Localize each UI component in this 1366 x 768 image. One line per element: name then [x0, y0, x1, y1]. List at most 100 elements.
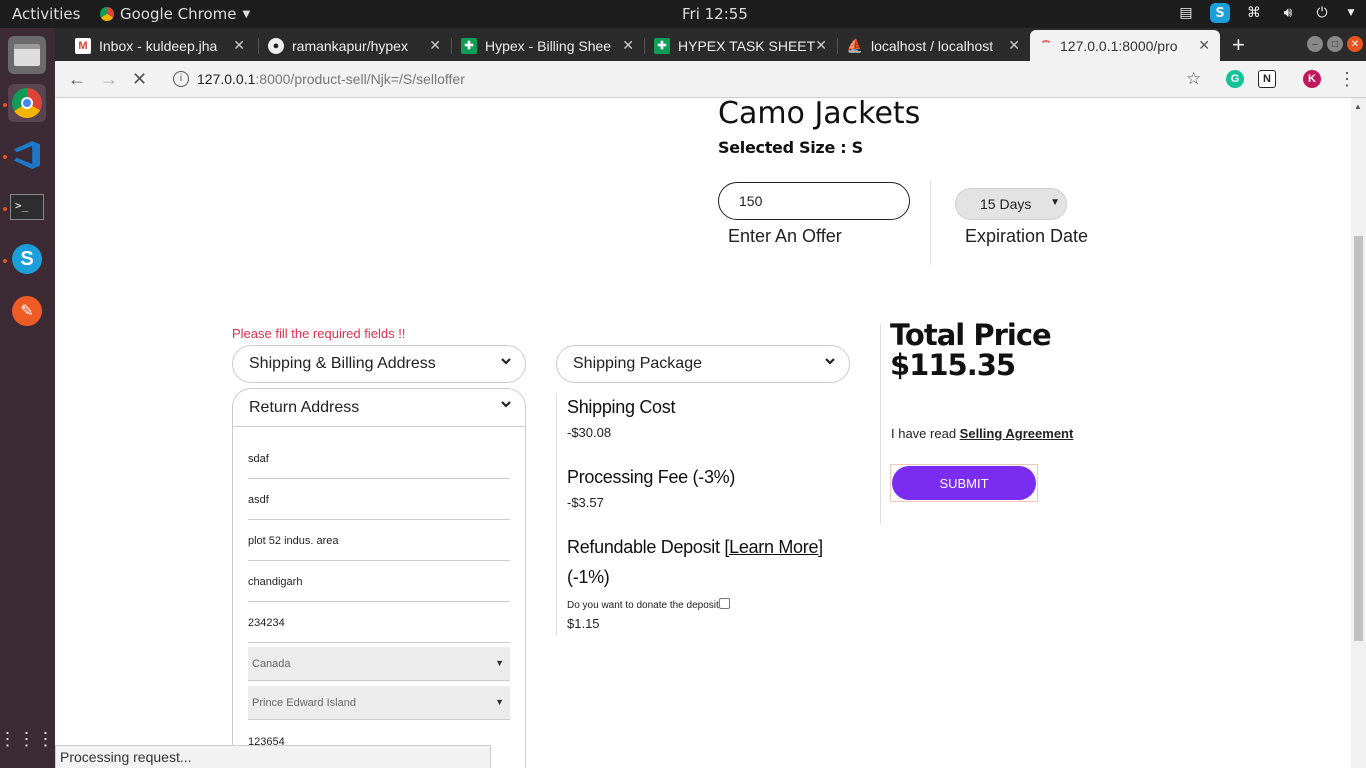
phpmyadmin-icon: ⛵ — [846, 37, 864, 53]
terminal-icon[interactable]: >_ — [8, 188, 46, 226]
stop-loading-icon[interactable]: ✕ — [132, 69, 147, 90]
country-select[interactable]: Canada ▼ — [248, 647, 510, 681]
close-icon[interactable]: ✕ — [1008, 37, 1020, 54]
total-price: Total Price $115.35 — [890, 320, 1052, 382]
bookmark-star-icon[interactable]: ☆ — [1186, 69, 1201, 89]
app-menu[interactable]: Google Chrome ▼ — [100, 5, 250, 23]
expiration-value: 15 Days — [980, 196, 1032, 212]
offer-label: Enter An Offer — [728, 226, 842, 246]
return-address-panel: Return Address sdaf asdf plot 52 indus. … — [232, 388, 526, 768]
volume-icon[interactable]: 🔊︎ — [1278, 3, 1298, 23]
app-name: Google Chrome — [120, 5, 237, 23]
chrome-icon — [100, 7, 114, 21]
address-line2-field[interactable]: asdf — [248, 480, 510, 520]
skype-icon[interactable]: S — [8, 240, 46, 278]
vscode-icon[interactable] — [8, 136, 46, 174]
expiration-select[interactable]: 15 Days ▼ — [955, 188, 1067, 220]
files-icon[interactable] — [8, 36, 46, 74]
back-icon[interactable]: ← — [68, 69, 86, 90]
zip-field[interactable]: 234234 — [248, 603, 510, 643]
expiration-label: Expiration Date — [965, 226, 1089, 246]
province-value: Prince Edward Island — [252, 697, 356, 709]
caret-down-icon[interactable]: ▼ — [1346, 3, 1356, 23]
power-icon[interactable]: ⏻ — [1312, 3, 1332, 23]
offer-input[interactable] — [718, 182, 910, 220]
chevron-down-icon — [825, 358, 835, 365]
province-select[interactable]: Prince Edward Island ▼ — [248, 686, 510, 720]
scrollbar-thumb[interactable] — [1354, 236, 1363, 641]
close-icon[interactable]: ✕ — [815, 37, 827, 54]
tab-current[interactable]: 127.0.0.1:8000/pro ✕ — [1030, 30, 1220, 61]
donate-checkbox[interactable] — [719, 598, 730, 609]
clock[interactable]: Fri 12:55 — [682, 5, 748, 23]
close-icon[interactable]: ✕ — [429, 37, 441, 54]
shipping-package-accordion[interactable]: Shipping Package — [556, 345, 850, 383]
return-address-header[interactable]: Return Address — [233, 389, 525, 427]
donate-label: Do you want to donate the deposit — [567, 600, 719, 611]
divider — [880, 324, 881, 524]
tab-title: HYPEX TASK SHEET — [678, 37, 816, 54]
accordion-label: Return Address — [249, 398, 360, 416]
caret-down-icon: ▼ — [495, 697, 504, 707]
profile-avatar[interactable]: K — [1303, 70, 1321, 88]
chrome-dock-icon[interactable] — [8, 84, 46, 122]
activities-button[interactable]: Activities — [12, 5, 80, 23]
error-message: Please fill the required fields !! — [232, 326, 406, 341]
chevron-down-icon — [501, 358, 511, 365]
shipping-cost-value: -$30.08 — [567, 425, 612, 440]
keyboard-icon[interactable]: ▤ — [1176, 3, 1196, 23]
running-indicator — [3, 103, 7, 107]
url-host: 127.0.0.1 — [197, 71, 256, 87]
address-line1-field[interactable]: sdaf — [248, 439, 510, 479]
status-bar: Processing request... — [55, 745, 491, 768]
gmail-icon: M — [75, 37, 91, 54]
browser-toolbar: ← → ✕ i 127.0.0.1:8000/product-sell/Njk=… — [55, 61, 1366, 98]
learn-more-link[interactable]: [Learn More] — [724, 537, 823, 557]
close-window-icon[interactable]: ✕ — [1347, 36, 1363, 52]
running-indicator — [3, 259, 7, 263]
menu-icon[interactable]: ⋮ — [1338, 69, 1356, 90]
accordion-label: Shipping & Billing Address — [249, 355, 436, 372]
running-indicator — [3, 155, 7, 159]
city-field[interactable]: chandigarh — [248, 562, 510, 602]
address-line3-field[interactable]: plot 52 indus. area — [248, 521, 510, 561]
close-icon[interactable]: ✕ — [233, 37, 245, 54]
tab-phpmyadmin[interactable]: ⛵ localhost / localhost ✕ — [837, 30, 1030, 61]
url-path: :8000/product-sell/Njk=/S/selloffer — [255, 71, 465, 87]
processing-fee-label: Processing Fee (-3%) — [567, 467, 736, 487]
selling-agreement-link[interactable]: Selling Agreement — [960, 426, 1074, 441]
caret-down-icon: ▼ — [495, 658, 504, 668]
close-icon[interactable]: ✕ — [1198, 37, 1210, 54]
notion-icon[interactable]: N — [1258, 70, 1276, 88]
show-apps-icon[interactable]: ⋮⋮⋮ — [0, 720, 55, 758]
skype-tray-icon[interactable]: S — [1210, 3, 1230, 23]
running-indicator — [3, 207, 7, 211]
address-bar[interactable]: i 127.0.0.1:8000/product-sell/Njk=/S/sel… — [165, 65, 1205, 94]
caret-down-icon: ▼ — [242, 8, 251, 20]
tab-title: localhost / localhost — [871, 37, 994, 54]
shipping-cost-label: Shipping Cost — [567, 397, 676, 417]
url-text[interactable]: 127.0.0.1:8000/product-sell/Njk=/S/sello… — [197, 71, 465, 87]
total-value: $115.35 — [890, 348, 1016, 382]
network-icon[interactable]: ⌘ — [1244, 3, 1264, 23]
tab-billing-sheet[interactable]: ✚ Hypex - Billing Shee ✕ — [451, 30, 644, 61]
tab-title: 127.0.0.1:8000/pro — [1060, 37, 1178, 54]
tab-gmail[interactable]: M Inbox - kuldeep.jha ✕ — [65, 30, 255, 61]
submit-button[interactable]: SUBMIT — [892, 466, 1036, 500]
chevron-down-icon — [501, 401, 511, 408]
github-icon: ● — [268, 37, 284, 54]
info-icon[interactable]: i — [173, 71, 189, 87]
tab-task-sheet[interactable]: ✚ HYPEX TASK SHEET ✕ — [644, 30, 837, 61]
new-tab-icon[interactable]: + — [1232, 32, 1245, 58]
deposit-percent: (-1%) — [567, 567, 610, 587]
minimize-icon[interactable]: – — [1307, 36, 1323, 52]
forward-icon[interactable]: → — [100, 69, 118, 90]
maximize-icon[interactable]: □ — [1327, 36, 1343, 52]
grammarly-icon[interactable]: G — [1226, 70, 1244, 88]
tab-github[interactable]: ● ramankapur/hypex ✕ — [258, 30, 451, 61]
postman-icon[interactable]: ✎ — [8, 292, 46, 330]
close-icon[interactable]: ✕ — [622, 37, 634, 54]
scroll-up-icon[interactable]: ▲ — [1354, 102, 1362, 111]
page-scrollbar[interactable]: ▲ — [1351, 98, 1366, 768]
shipping-billing-accordion[interactable]: Shipping & Billing Address — [232, 345, 526, 383]
